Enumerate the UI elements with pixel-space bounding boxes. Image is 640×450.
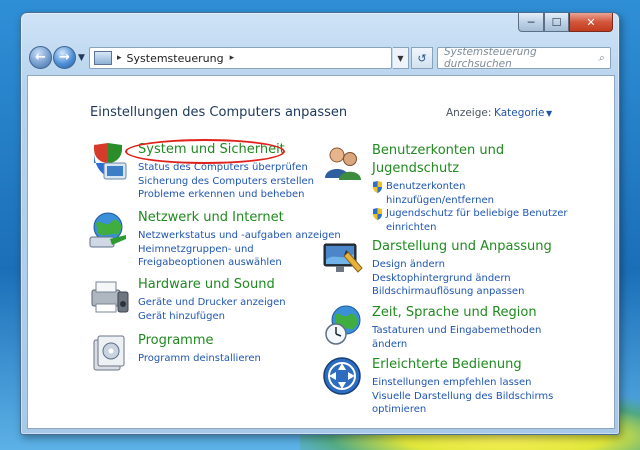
refresh-button[interactable]: ↺ (411, 47, 433, 69)
category-clock-language-region: Zeit, Sprache und Region Tastaturen und … (322, 304, 582, 354)
uac-shield-icon (373, 181, 382, 193)
link-add-device[interactable]: Gerät hinzufügen (138, 310, 286, 324)
content-pane: Einstellungen des Computers anpassen Anz… (27, 75, 615, 429)
category-network-internet: Netzwerk und Internet Netzwerkstatus und… (88, 209, 341, 269)
category-programs: Programme Programm deinstallieren (88, 332, 328, 377)
link-text[interactable]: Benutzerkonten (386, 181, 465, 192)
link-sharing-options[interactable]: Freigabeoptionen auswählen (138, 256, 341, 270)
back-button[interactable]: ← (29, 46, 52, 69)
caption-buttons: ─ ☐ ✕ (518, 13, 613, 32)
view-by-label: Anzeige: (446, 107, 492, 119)
category-title-appearance[interactable]: Darstellung und Anpassung (372, 238, 552, 256)
recent-pages-dropdown-icon[interactable]: ▼ (78, 53, 85, 63)
category-appearance: Darstellung und Anpassung Design ändern … (322, 238, 582, 298)
breadcrumb-root-arrow-icon[interactable]: ▸ (117, 53, 122, 63)
category-title-clock-language-region[interactable]: Zeit, Sprache und Region (372, 304, 537, 322)
link-text[interactable]: Jugendschutz für beliebige Benutzer (386, 208, 568, 219)
highlight-ring (125, 139, 285, 164)
link-backup-computer[interactable]: Sicherung des Computers erstellen (138, 175, 314, 189)
category-links: Netzwerkstatus und -aufgaben anzeigen He… (138, 229, 341, 270)
link-text[interactable]: einrichten (386, 222, 436, 233)
programs-icon (93, 335, 125, 371)
breadcrumb-control-panel[interactable]: Systemsteuerung (127, 52, 224, 65)
link-desktop-background[interactable]: Desktophintergrund ändern (372, 272, 524, 286)
link-devices-printers[interactable]: Geräte und Drucker anzeigen (138, 296, 286, 310)
close-button[interactable]: ✕ (569, 13, 613, 32)
forward-button[interactable]: → (53, 46, 76, 69)
category-hardware-sound: Hardware und Sound Geräte und Drucker an… (88, 276, 328, 326)
breadcrumb-next-arrow-icon[interactable]: ▸ (230, 53, 235, 63)
link-optimize-visual-display[interactable]: Visuelle Darstellung des Bildschirms (372, 390, 553, 404)
link-add-remove-accounts[interactable]: Benutzerkonten hinzufügen/entfernen (372, 180, 568, 207)
link-troubleshoot[interactable]: Probleme erkennen und beheben (138, 188, 314, 202)
link-optimize-visual-display-cont[interactable]: optimieren (372, 403, 553, 417)
category-links: Programm deinstallieren (138, 352, 261, 366)
category-title-network-internet[interactable]: Netzwerk und Internet (138, 209, 284, 227)
control-panel-window: ─ ☐ ✕ ← → ▼ ▸ Systemsteuerung ▸ ▼ ↺ Syst… (20, 12, 620, 435)
control-panel-icon (94, 51, 112, 65)
category-links: Benutzerkonten hinzufügen/entfernen Jugen… (372, 180, 568, 234)
address-dropdown-icon[interactable]: ▼ (393, 47, 409, 69)
forward-arrow-icon: → (59, 50, 70, 65)
address-bar[interactable]: ▸ Systemsteuerung ▸ (89, 47, 392, 69)
user-accounts-icon (325, 147, 361, 180)
search-icon: ⌕ (598, 51, 604, 64)
view-by-dropdown[interactable]: Kategorie (494, 107, 545, 119)
category-title-programs[interactable]: Programme (138, 332, 214, 350)
category-ease-of-access: Erleichterte Bedienung Einstellungen emp… (322, 356, 582, 416)
clock-language-icon (325, 305, 361, 345)
page-title: Einstellungen des Computers anpassen (90, 105, 348, 120)
category-links: Design ändern Desktophintergrund ändern … (372, 258, 524, 299)
system-security-icon (94, 143, 127, 180)
uac-shield-icon (373, 208, 382, 220)
view-by-caret-icon[interactable]: ▼ (546, 109, 552, 118)
category-links: Einstellungen empfehlen lassen Visuelle … (372, 376, 553, 417)
category-title-hardware-sound[interactable]: Hardware und Sound (138, 276, 275, 294)
category-title-user-accounts[interactable]: Benutzerkonten und Jugendschutz (372, 142, 504, 178)
link-network-status[interactable]: Netzwerkstatus und -aufgaben anzeigen (138, 229, 341, 243)
ease-of-access-icon (323, 357, 361, 395)
category-links: Status des Computers überprüfen Sicherun… (138, 161, 314, 202)
back-arrow-icon: ← (35, 50, 46, 65)
network-icon (89, 212, 126, 248)
refresh-icon: ↺ (417, 51, 427, 65)
link-parental-controls[interactable]: Jugendschutz für beliebige Benutzer einri… (372, 207, 568, 234)
search-input[interactable]: Systemsteuerung durchsuchen ⌕ (437, 46, 611, 70)
link-keyboards-input-methods[interactable]: Tastaturen und Eingabemethoden (372, 324, 541, 338)
link-homegroup[interactable]: Heimnetzgruppen- und (138, 243, 341, 257)
category-user-accounts: Benutzerkonten und Jugendschutz Benutzer… (322, 142, 582, 234)
category-links: Tastaturen und Eingabemethoden ändern (372, 324, 541, 351)
category-links: Geräte und Drucker anzeigen Gerät hinzuf… (138, 296, 286, 323)
link-screen-resolution[interactable]: Bildschirmauflösung anpassen (372, 285, 524, 299)
link-text[interactable]: hinzufügen/entfernen (386, 195, 494, 206)
link-change-theme[interactable]: Design ändern (372, 258, 524, 272)
search-placeholder: Systemsteuerung durchsuchen (444, 46, 537, 70)
category-title-line[interactable]: Jugendschutz (372, 161, 459, 176)
appearance-icon (323, 243, 363, 273)
navigation-bar: ← → ▼ ▸ Systemsteuerung ▸ ▼ ↺ Systemsteu… (27, 44, 615, 72)
link-keyboards-input-methods-cont[interactable]: ändern (372, 338, 541, 352)
category-title-line[interactable]: Benutzerkonten und (372, 143, 504, 158)
category-title-ease-of-access[interactable]: Erleichterte Bedienung (372, 356, 522, 374)
minimize-button[interactable]: ─ (518, 13, 544, 32)
link-recommend-settings[interactable]: Einstellungen empfehlen lassen (372, 376, 553, 390)
link-uninstall-program[interactable]: Programm deinstallieren (138, 352, 261, 366)
maximize-button[interactable]: ☐ (544, 13, 569, 32)
hardware-sound-icon (91, 281, 129, 313)
